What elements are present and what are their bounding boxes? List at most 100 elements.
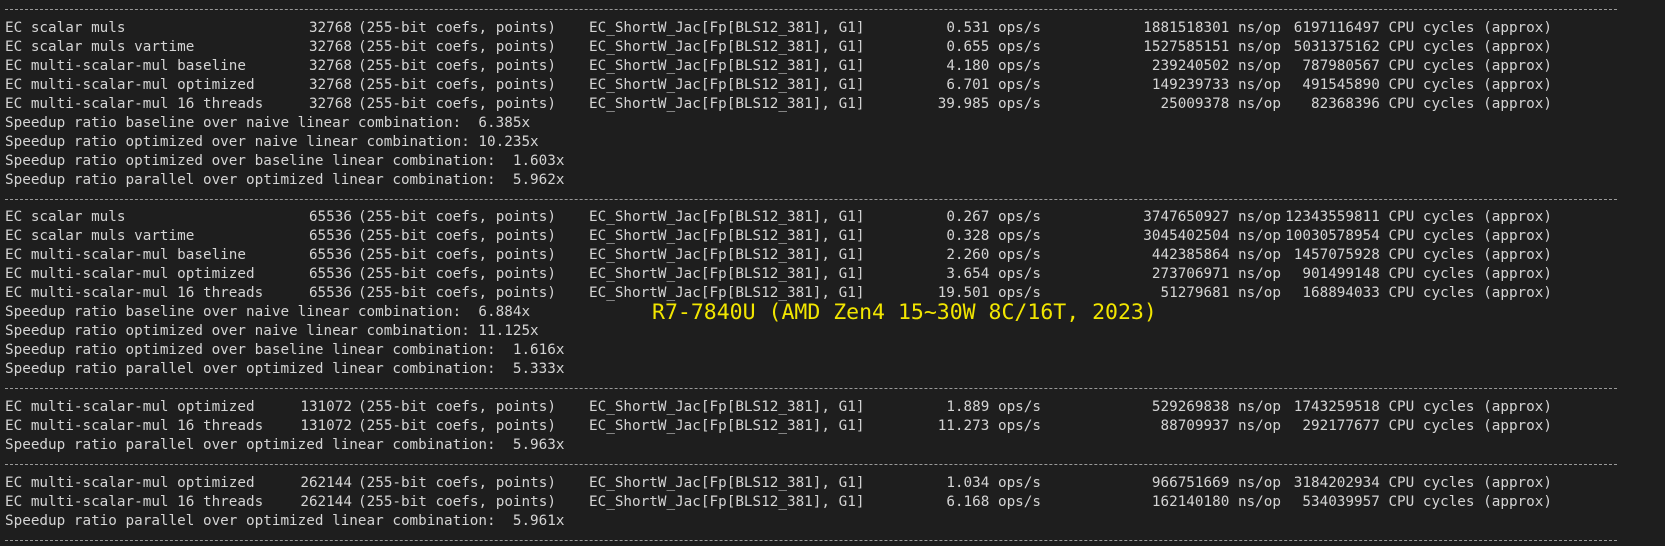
- speedup-ratio-line: Speedup ratio optimized over baseline li…: [5, 342, 565, 359]
- ops-per-second: 3.654 ops/s: [946, 266, 1041, 283]
- ns-per-op: 88709937 ns/op: [1160, 417, 1281, 434]
- curve-type: EC_ShortW_Jac[Fp[BLS12_381], G1]: [589, 209, 865, 226]
- cpu-cycles: 292177677 CPU cycles (approx): [1302, 417, 1552, 434]
- curve-type: EC_ShortW_Jac[Fp[BLS12_381], G1]: [589, 417, 865, 434]
- input-size: 32768: [308, 57, 352, 74]
- curve-type: EC_ShortW_Jac[Fp[BLS12_381], G1]: [589, 266, 865, 283]
- separator-line: [5, 455, 1665, 474]
- benchmark-block: EC multi-scalar-mul optimized 131072 (255-…: [5, 398, 1665, 455]
- cpu-cycles: 534039957 CPU cycles (approx): [1302, 493, 1552, 510]
- cpu-cycles: 491545890 CPU cycles (approx): [1302, 76, 1552, 93]
- benchmark-row: EC multi-scalar-mul 16 threads 262144 (255…: [5, 493, 1665, 512]
- ns-per-op: 3045402504 ns/op: [1143, 228, 1281, 245]
- curve-type: EC_ShortW_Jac[Fp[BLS12_381], G1]: [589, 399, 865, 416]
- cpu-cycles: 6197116497 CPU cycles (approx): [1293, 19, 1552, 36]
- input-description: (255-bit coefs, points): [358, 247, 556, 264]
- cpu-cycles: 3184202934 CPU cycles (approx): [1293, 474, 1552, 491]
- ns-per-op: 442385864 ns/op: [1151, 247, 1281, 264]
- ns-per-op: 162140180 ns/op: [1151, 493, 1281, 510]
- benchmark-name: EC multi-scalar-mul 16 threads: [5, 417, 264, 434]
- input-size: 32768: [308, 95, 352, 112]
- input-description: (255-bit coefs, points): [358, 417, 556, 434]
- benchmark-name: EC scalar muls: [5, 19, 126, 36]
- ops-per-second: 1.889 ops/s: [946, 399, 1041, 416]
- input-size: 65536: [308, 266, 352, 283]
- speedup-ratio-line: Speedup ratio optimized over naive linea…: [5, 133, 539, 150]
- benchmark-name: EC multi-scalar-mul optimized: [5, 76, 255, 93]
- ops-per-second: 39.985 ops/s: [937, 95, 1041, 112]
- benchmark-name: EC multi-scalar-mul baseline: [5, 57, 247, 74]
- input-size: 262144: [300, 474, 352, 491]
- ns-per-op: 239240502 ns/op: [1151, 57, 1281, 74]
- ops-per-second: 4.180 ops/s: [946, 57, 1041, 74]
- benchmark-name: EC scalar muls: [5, 209, 126, 226]
- curve-type: EC_ShortW_Jac[Fp[BLS12_381], G1]: [589, 493, 865, 510]
- cpu-cycles: 1457075928 CPU cycles (approx): [1293, 247, 1552, 264]
- benchmark-name: EC scalar muls vartime: [5, 228, 195, 245]
- benchmark-row: EC multi-scalar-mul 16 threads 32768 (255-…: [5, 95, 1665, 114]
- benchmark-name: EC multi-scalar-mul baseline: [5, 247, 247, 264]
- benchmark-block: EC multi-scalar-mul optimized 262144 (255-…: [5, 474, 1665, 531]
- input-description: (255-bit coefs, points): [358, 38, 556, 55]
- separator-line: [5, 531, 1665, 546]
- cpu-cycles: 82368396 CPU cycles (approx): [1310, 95, 1552, 112]
- benchmark-name: EC scalar muls vartime: [5, 38, 195, 55]
- ops-per-second: 1.034 ops/s: [946, 474, 1041, 491]
- benchmark-row: EC scalar muls vartime 32768 (255-bit coef…: [5, 38, 1665, 57]
- ns-per-op: 529269838 ns/op: [1151, 399, 1281, 416]
- input-description: (255-bit coefs, points): [358, 266, 556, 283]
- benchmark-name: EC multi-scalar-mul 16 threads: [5, 493, 264, 510]
- benchmark-row: EC scalar muls 32768 (255-bit coefs, point…: [5, 19, 1665, 38]
- benchmark-name: EC multi-scalar-mul optimized: [5, 399, 255, 416]
- curve-type: EC_ShortW_Jac[Fp[BLS12_381], G1]: [589, 228, 865, 245]
- benchmark-name: EC multi-scalar-mul optimized: [5, 474, 255, 491]
- benchmark-output: EC scalar muls 32768 (255-bit coefs, point…: [5, 0, 1665, 546]
- benchmark-row: EC scalar muls vartime 65536 (255-bit coef…: [5, 227, 1665, 246]
- curve-type: EC_ShortW_Jac[Fp[BLS12_381], G1]: [589, 247, 865, 264]
- ns-per-op: 273706971 ns/op: [1151, 266, 1281, 283]
- separator-line: [5, 0, 1665, 19]
- benchmark-row: EC multi-scalar-mul optimized 262144 (255-…: [5, 474, 1665, 493]
- cpu-annotation: R7-7840U (AMD Zen4 15~30W 8C/16T, 2023): [652, 300, 1157, 325]
- benchmark-row: EC multi-scalar-mul optimized 65536 (255-b…: [5, 265, 1665, 284]
- input-size: 131072: [300, 399, 352, 416]
- benchmark-row: EC multi-scalar-mul 16 threads 131072 (255…: [5, 417, 1665, 436]
- speedup-ratio-line: Speedup ratio parallel over optimized li…: [5, 171, 565, 188]
- terminal-output[interactable]: EC scalar muls 32768 (255-bit coefs, point…: [0, 0, 1665, 546]
- benchmark-name: EC multi-scalar-mul 16 threads: [5, 95, 264, 112]
- ops-per-second: 6.701 ops/s: [946, 76, 1041, 93]
- benchmark-name: EC multi-scalar-mul 16 threads: [5, 285, 264, 302]
- cpu-cycles: 787980567 CPU cycles (approx): [1302, 57, 1552, 74]
- input-description: (255-bit coefs, points): [358, 76, 556, 93]
- curve-type: EC_ShortW_Jac[Fp[BLS12_381], G1]: [589, 76, 865, 93]
- ops-per-second: 11.273 ops/s: [937, 417, 1041, 434]
- cpu-cycles: 5031375162 CPU cycles (approx): [1293, 38, 1552, 55]
- ops-per-second: 0.655 ops/s: [946, 38, 1041, 55]
- benchmark-row: EC scalar muls 65536 (255-bit coefs, point…: [5, 208, 1665, 227]
- ns-per-op: 3747650927 ns/op: [1143, 209, 1281, 226]
- speedup-ratio-line: Speedup ratio parallel over optimized li…: [5, 361, 565, 378]
- separator-line: [5, 190, 1665, 209]
- ops-per-second: 0.328 ops/s: [946, 228, 1041, 245]
- input-description: (255-bit coefs, points): [358, 399, 556, 416]
- ns-per-op: 149239733 ns/op: [1151, 76, 1281, 93]
- input-size: 65536: [308, 247, 352, 264]
- benchmark-row: EC multi-scalar-mul optimized 131072 (255-…: [5, 398, 1665, 417]
- input-description: (255-bit coefs, points): [358, 209, 556, 226]
- ns-per-op: 1881518301 ns/op: [1143, 19, 1281, 36]
- ns-per-op: 966751669 ns/op: [1151, 474, 1281, 491]
- input-description: (255-bit coefs, points): [358, 474, 556, 491]
- ns-per-op: 1527585151 ns/op: [1143, 38, 1281, 55]
- input-size: 65536: [308, 228, 352, 245]
- input-description: (255-bit coefs, points): [358, 19, 556, 36]
- ns-per-op: 25009378 ns/op: [1160, 95, 1281, 112]
- ops-per-second: 6.168 ops/s: [946, 493, 1041, 510]
- cpu-cycles: 10030578954 CPU cycles (approx): [1285, 228, 1552, 245]
- input-description: (255-bit coefs, points): [358, 285, 556, 302]
- cpu-cycles: 12343559811 CPU cycles (approx): [1285, 209, 1552, 226]
- cpu-cycles: 168894033 CPU cycles (approx): [1302, 285, 1552, 302]
- benchmark-name: EC multi-scalar-mul optimized: [5, 266, 255, 283]
- benchmark-row: EC multi-scalar-mul optimized 32768 (255-b…: [5, 76, 1665, 95]
- input-size: 32768: [308, 19, 352, 36]
- ops-per-second: 0.267 ops/s: [946, 209, 1041, 226]
